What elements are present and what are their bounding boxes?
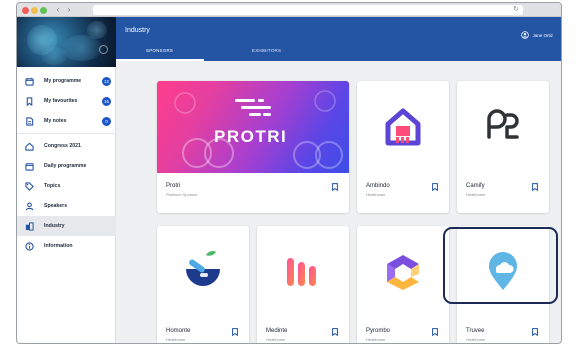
personal-nav-group: My programme 12 My favourites 16 My note… bbox=[17, 71, 116, 134]
browser-titlebar: ‹ › ↻ bbox=[17, 3, 561, 17]
reload-icon[interactable]: ↻ bbox=[513, 5, 519, 15]
calendar-icon bbox=[24, 161, 34, 171]
sponsor-card-medinte[interactable]: Medinte Healthcare bbox=[257, 226, 349, 343]
bookmark-icon[interactable] bbox=[532, 328, 538, 336]
info-icon bbox=[24, 241, 34, 251]
tab-exhibitors[interactable]: EXHIBITORS bbox=[252, 48, 281, 53]
user-name: Jane Ortiz bbox=[532, 32, 553, 38]
bookmark-icon[interactable] bbox=[332, 183, 338, 191]
card-info: Homonte Healthcare bbox=[157, 318, 249, 343]
sponsor-name: Protri bbox=[166, 183, 181, 189]
home-icon bbox=[24, 141, 34, 151]
user-avatar-icon bbox=[521, 26, 530, 44]
sidebar-item-my-favourites[interactable]: My favourites 16 bbox=[17, 91, 116, 111]
highlight-box bbox=[443, 227, 558, 304]
calendar-icon bbox=[24, 76, 34, 86]
page-title: Industry bbox=[125, 27, 150, 34]
tab-sponsors[interactable]: SPONSORS bbox=[146, 48, 173, 53]
note-icon bbox=[24, 116, 34, 126]
protri-banner-image: PROTRI bbox=[157, 81, 349, 173]
sidebar-item-speakers[interactable]: Speakers bbox=[17, 196, 116, 216]
back-icon[interactable]: ‹ bbox=[53, 5, 63, 15]
sponsor-category: Healthcare bbox=[466, 192, 486, 197]
sidebar-item-daily-programme[interactable]: Daily programme bbox=[17, 156, 116, 176]
sidebar-item-label: Topics bbox=[44, 183, 61, 189]
sponsor-name: Truvee bbox=[466, 328, 485, 334]
sponsor-category: Healthcare bbox=[366, 337, 386, 342]
sponsor-category: Healthcare bbox=[166, 337, 186, 342]
page-header: Industry Jane Ortiz SPONSORS EXHIBITORS bbox=[116, 17, 561, 61]
ambindo-logo bbox=[357, 81, 449, 173]
card-info: Protri Platinum Sponsor bbox=[157, 173, 349, 213]
sidebar-item-my-programme[interactable]: My programme 12 bbox=[17, 71, 116, 91]
sidebar-item-congress[interactable]: Congress 2021 bbox=[17, 136, 116, 156]
sponsor-card-pyrombo[interactable]: Pyrombo Healthcare bbox=[357, 226, 449, 343]
sidebar-item-label: Speakers bbox=[44, 203, 68, 209]
sidebar-item-label: My programme bbox=[44, 78, 82, 84]
sidebar-item-my-notes[interactable]: My notes 0 bbox=[17, 111, 116, 131]
sponsor-category: Platinum Sponsor bbox=[166, 192, 198, 197]
card-info: Truvee Healthcare bbox=[457, 318, 549, 343]
minimize-window-button[interactable] bbox=[31, 6, 38, 14]
bookmark-icon[interactable] bbox=[232, 328, 238, 336]
tag-icon bbox=[24, 181, 34, 191]
sponsor-card-protri[interactable]: PROTRI Protri Platinum Sponsor bbox=[157, 81, 349, 213]
screenshot-frame: ‹ › ↻ My programme 12 My favourites 16 M… bbox=[0, 0, 576, 359]
card-info: Camify Healthcare bbox=[457, 173, 549, 213]
bookmark-icon[interactable] bbox=[532, 183, 538, 191]
sponsor-name: Pyrombo bbox=[366, 328, 391, 334]
sidebar: My programme 12 My favourites 16 My note… bbox=[17, 17, 116, 343]
camify-logo bbox=[457, 81, 549, 173]
sponsor-name: Medinte bbox=[266, 328, 288, 334]
card-info: Ambindo Healthcare bbox=[357, 173, 449, 213]
sponsor-card-ambindo[interactable]: Ambindo Healthcare bbox=[357, 81, 449, 213]
count-badge: 16 bbox=[102, 96, 111, 106]
building-icon bbox=[24, 221, 34, 231]
sponsor-category: Healthcare bbox=[266, 337, 286, 342]
sidebar-banner-image bbox=[17, 17, 116, 67]
forward-icon[interactable]: › bbox=[64, 5, 74, 15]
sponsor-card-homonte[interactable]: Homonte Healthcare bbox=[157, 226, 249, 343]
sidebar-item-topics[interactable]: Topics bbox=[17, 176, 116, 196]
pyrombo-logo bbox=[357, 226, 449, 318]
sponsor-name: Ambindo bbox=[366, 183, 390, 189]
card-info: Pyrombo Healthcare bbox=[357, 318, 449, 343]
bookmark-icon bbox=[24, 96, 34, 106]
user-menu[interactable]: Jane Ortiz bbox=[521, 26, 553, 44]
sidebar-item-information[interactable]: Information bbox=[17, 236, 116, 256]
maximize-window-button[interactable] bbox=[40, 6, 47, 14]
bookmark-icon[interactable] bbox=[432, 328, 438, 336]
sidebar-item-label: Daily programme bbox=[44, 163, 87, 169]
sponsor-category: Healthcare bbox=[366, 192, 386, 197]
card-info: Medinte Healthcare bbox=[257, 318, 349, 343]
sidebar-item-label: My notes bbox=[44, 118, 67, 124]
medinte-logo bbox=[257, 226, 349, 318]
bookmark-icon[interactable] bbox=[332, 328, 338, 336]
count-badge: 12 bbox=[102, 76, 111, 86]
sidebar-nav: My programme 12 My favourites 16 My note… bbox=[17, 71, 116, 256]
bookmark-icon[interactable] bbox=[432, 183, 438, 191]
person-icon bbox=[24, 201, 34, 211]
sponsor-card-camify[interactable]: Camify Healthcare bbox=[457, 81, 549, 213]
address-bar[interactable]: ↻ bbox=[93, 5, 523, 15]
sponsor-name: Camify bbox=[466, 183, 485, 189]
sidebar-item-industry[interactable]: Industry bbox=[17, 216, 116, 236]
sidebar-item-label: Information bbox=[44, 243, 73, 249]
count-badge: 0 bbox=[102, 116, 111, 126]
sidebar-item-label: My favourites bbox=[44, 98, 78, 104]
sidebar-item-label: Congress 2021 bbox=[44, 143, 81, 149]
sidebar-item-label: Industry bbox=[44, 223, 65, 229]
protri-logo-text: PROTRI bbox=[214, 127, 288, 146]
homonte-logo bbox=[157, 226, 249, 318]
collapse-sidebar-button[interactable] bbox=[99, 45, 108, 54]
sponsor-category: Healthcare bbox=[466, 337, 486, 342]
sponsor-name: Homonte bbox=[166, 328, 191, 334]
close-window-button[interactable] bbox=[22, 6, 29, 14]
